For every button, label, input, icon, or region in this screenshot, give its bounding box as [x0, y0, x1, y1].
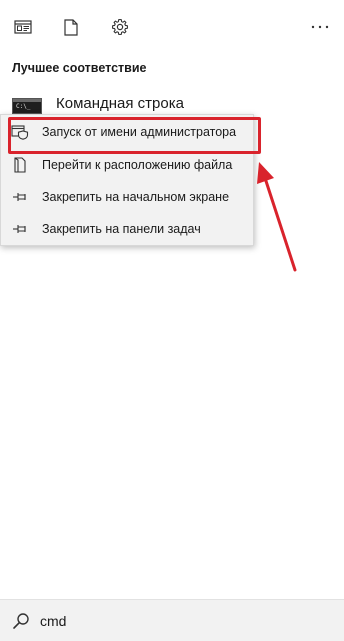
- arrow-annotation: [257, 162, 297, 272]
- search-icon: [12, 612, 30, 635]
- search-bar: [0, 599, 344, 641]
- start-search-window: Лучшее соответствие C:\_ Командная строк…: [0, 0, 344, 641]
- search-input[interactable]: [40, 610, 320, 632]
